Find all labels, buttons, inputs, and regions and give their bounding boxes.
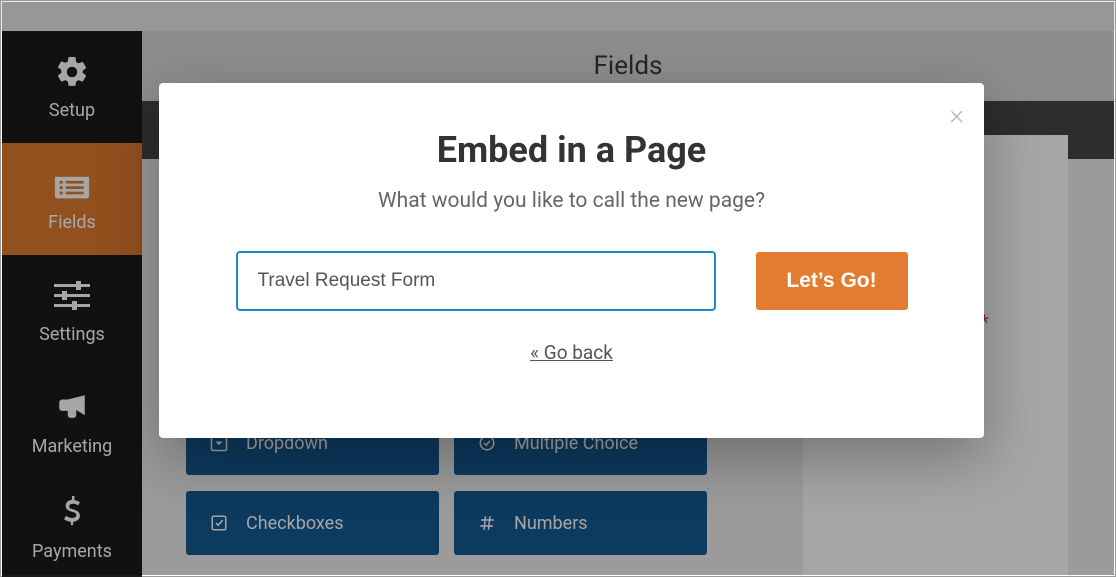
modal-title: Embed in a Page [219,129,924,171]
modal-input-row: Let’s Go! [219,251,924,311]
page-name-input[interactable] [236,251,716,311]
app-frame: Setup Fields Settings Marketing Payments [0,0,1116,577]
go-back-link[interactable]: « Go back [219,341,924,364]
lets-go-button[interactable]: Let’s Go! [756,252,908,310]
embed-modal: × Embed in a Page What would you like to… [159,83,984,438]
modal-subtitle: What would you like to call the new page… [219,189,924,213]
close-icon[interactable]: × [949,101,964,129]
